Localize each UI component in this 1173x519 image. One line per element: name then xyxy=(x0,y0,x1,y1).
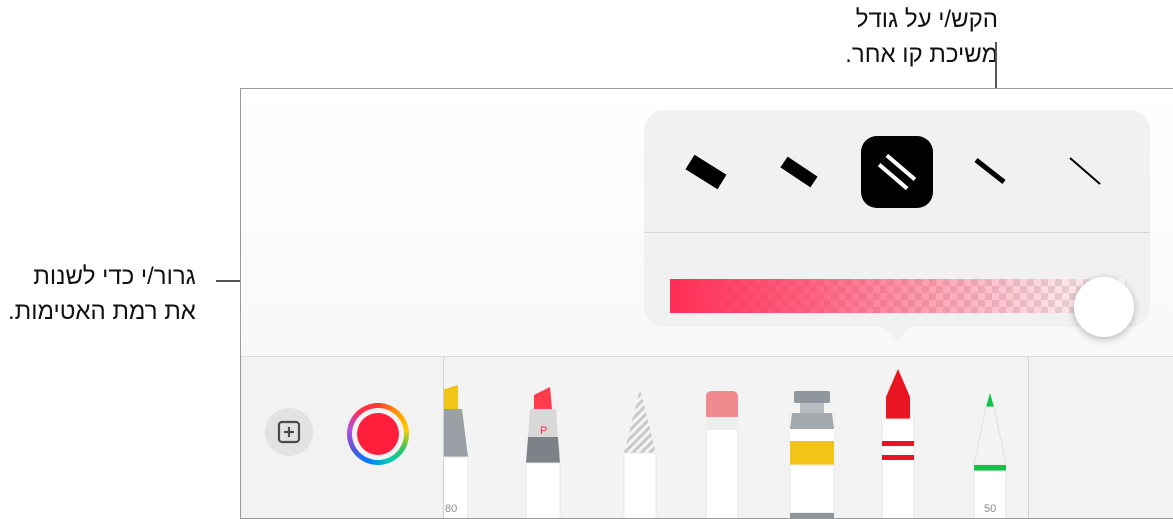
callout-line-width: הקש/י על גודל משיכת קו אחר. xyxy=(845,2,998,72)
eraser-tool[interactable] xyxy=(700,357,744,518)
marker-width-label: 80 xyxy=(445,503,458,515)
add-button[interactable] xyxy=(265,408,313,456)
fine-pen-tool[interactable]: 50 xyxy=(968,357,1012,518)
pen-label: P xyxy=(540,425,548,437)
tool-options-popover xyxy=(644,110,1150,337)
marker-tool[interactable]: 80 xyxy=(444,357,472,518)
callout-opacity: גרור/י כדי לשנות את רמת האטימות. xyxy=(8,259,196,329)
line-width-options xyxy=(644,110,1150,232)
opacity-slider-thumb[interactable] xyxy=(1074,277,1134,337)
callout-line-width-line2: משיכת קו אחר. xyxy=(845,41,998,68)
callout-line-width-line1: הקש/י על גודל xyxy=(855,6,998,33)
pencil-tool[interactable] xyxy=(616,357,664,518)
fine-pen-width-label: 50 xyxy=(984,503,997,515)
current-color-swatch xyxy=(357,413,399,455)
line-width-extra-thin-button[interactable] xyxy=(1050,136,1122,208)
drawing-canvas[interactable]: 80 P 50 xyxy=(240,88,1173,519)
callout-opacity-line2: את רמת האטימות. xyxy=(8,298,196,325)
popover-divider xyxy=(644,232,1150,233)
tools-tray: 80 P 50 xyxy=(443,357,1029,518)
crayon-tool[interactable] xyxy=(876,357,920,518)
opacity-slider-track[interactable] xyxy=(670,279,1126,313)
line-width-extra-thick-button[interactable] xyxy=(670,136,742,208)
line-width-thick-button[interactable] xyxy=(764,136,836,208)
line-width-medium-button[interactable] xyxy=(861,136,933,208)
opacity-gradient xyxy=(670,279,1126,313)
popover-pointer xyxy=(881,325,913,341)
paint-tube-tool[interactable] xyxy=(784,357,840,518)
callout-opacity-line1: גרור/י כדי לשנות xyxy=(33,263,196,290)
pen-tool[interactable]: P xyxy=(522,357,566,518)
line-width-thin-button[interactable] xyxy=(956,136,1028,208)
drawing-toolbar: 80 P 50 xyxy=(241,356,1173,518)
color-picker-button[interactable] xyxy=(347,403,409,465)
